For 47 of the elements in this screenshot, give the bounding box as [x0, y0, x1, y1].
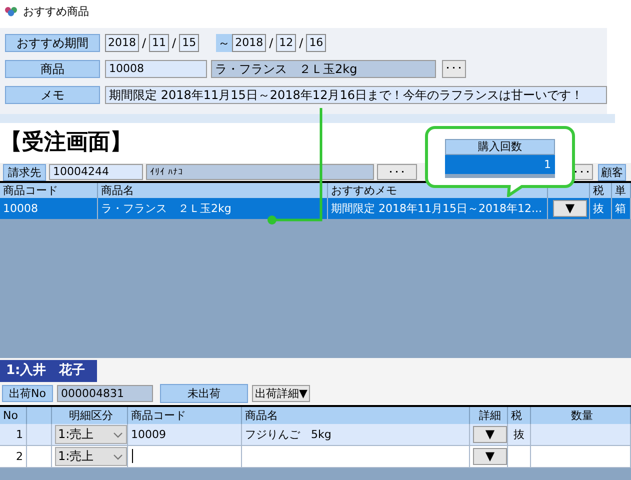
column-header: 購入回数	[445, 139, 555, 155]
row-number: 2	[0, 446, 27, 467]
status-label: 未出荷	[160, 384, 248, 402]
type-dropdown[interactable]: 1:売上	[55, 447, 127, 466]
date-separator: /	[171, 36, 178, 50]
customer-tab[interactable]: 1:入井 花子	[0, 360, 98, 382]
field-label: メモ	[5, 86, 100, 104]
field-label: 出荷No	[2, 384, 53, 402]
billing-name-field[interactable]: ｲﾘｲ ﾊﾅｺ	[146, 164, 374, 180]
shipment-detail-button[interactable]: 出荷詳細▼	[252, 384, 310, 402]
detail-button[interactable]: ▼	[473, 448, 507, 465]
type-dropdown[interactable]: 1:売上	[55, 425, 127, 444]
field-label: 請求先	[3, 164, 46, 180]
window-title: おすすめ商品	[23, 4, 89, 18]
app-icon	[4, 5, 18, 17]
table-row[interactable]: 10008 ラ・フランス ２Ｌ玉2kg 期間限定 2018年11月15日～2018年12... ▼ 抜 箱	[0, 198, 631, 219]
table-cell: 抜	[508, 424, 531, 445]
detail-button[interactable]: ▼	[473, 426, 507, 443]
field-label: 顧客	[598, 164, 626, 180]
lookup-button[interactable]: ･･･	[442, 60, 466, 78]
field-label: おすすめ期間	[5, 34, 100, 52]
screen-heading: 【受注画面】	[0, 129, 132, 157]
product-code-cell[interactable]: 10009	[128, 424, 242, 445]
day-field[interactable]: 15	[179, 34, 200, 52]
memo-field[interactable]: 期間限定 2018年11月15日～2018年12月16日まで！今年のラフランスは甘ーいです！	[105, 86, 607, 104]
lookup-button[interactable]: ･･･	[377, 164, 417, 180]
product-code-field[interactable]: 10008	[105, 60, 207, 78]
shipment-number-field[interactable]: 000004831	[56, 384, 153, 402]
billing-code-field[interactable]: 10004244	[49, 164, 143, 180]
detail-button[interactable]: ▼	[553, 200, 587, 217]
product-name-field[interactable]: ラ・フランス ２Ｌ玉2kg	[211, 60, 436, 78]
table-cell: フジりんご 5kg	[242, 424, 470, 445]
date-separator: /	[268, 36, 274, 50]
day-field[interactable]: 16	[306, 34, 326, 52]
year-field[interactable]: 2018	[232, 34, 266, 52]
range-mark: ～	[216, 34, 232, 52]
month-field[interactable]: 11	[149, 34, 170, 52]
date-separator: /	[141, 36, 148, 50]
year-field[interactable]: 2018	[105, 34, 139, 52]
chevron-icon	[113, 432, 123, 438]
chevron-icon	[113, 454, 123, 460]
text-cursor	[132, 449, 133, 463]
row-number: 1	[0, 424, 27, 445]
field-label: 商品	[5, 60, 100, 78]
date-separator: /	[298, 36, 304, 50]
table-cell: 1	[445, 155, 555, 174]
month-field[interactable]: 12	[276, 34, 296, 52]
